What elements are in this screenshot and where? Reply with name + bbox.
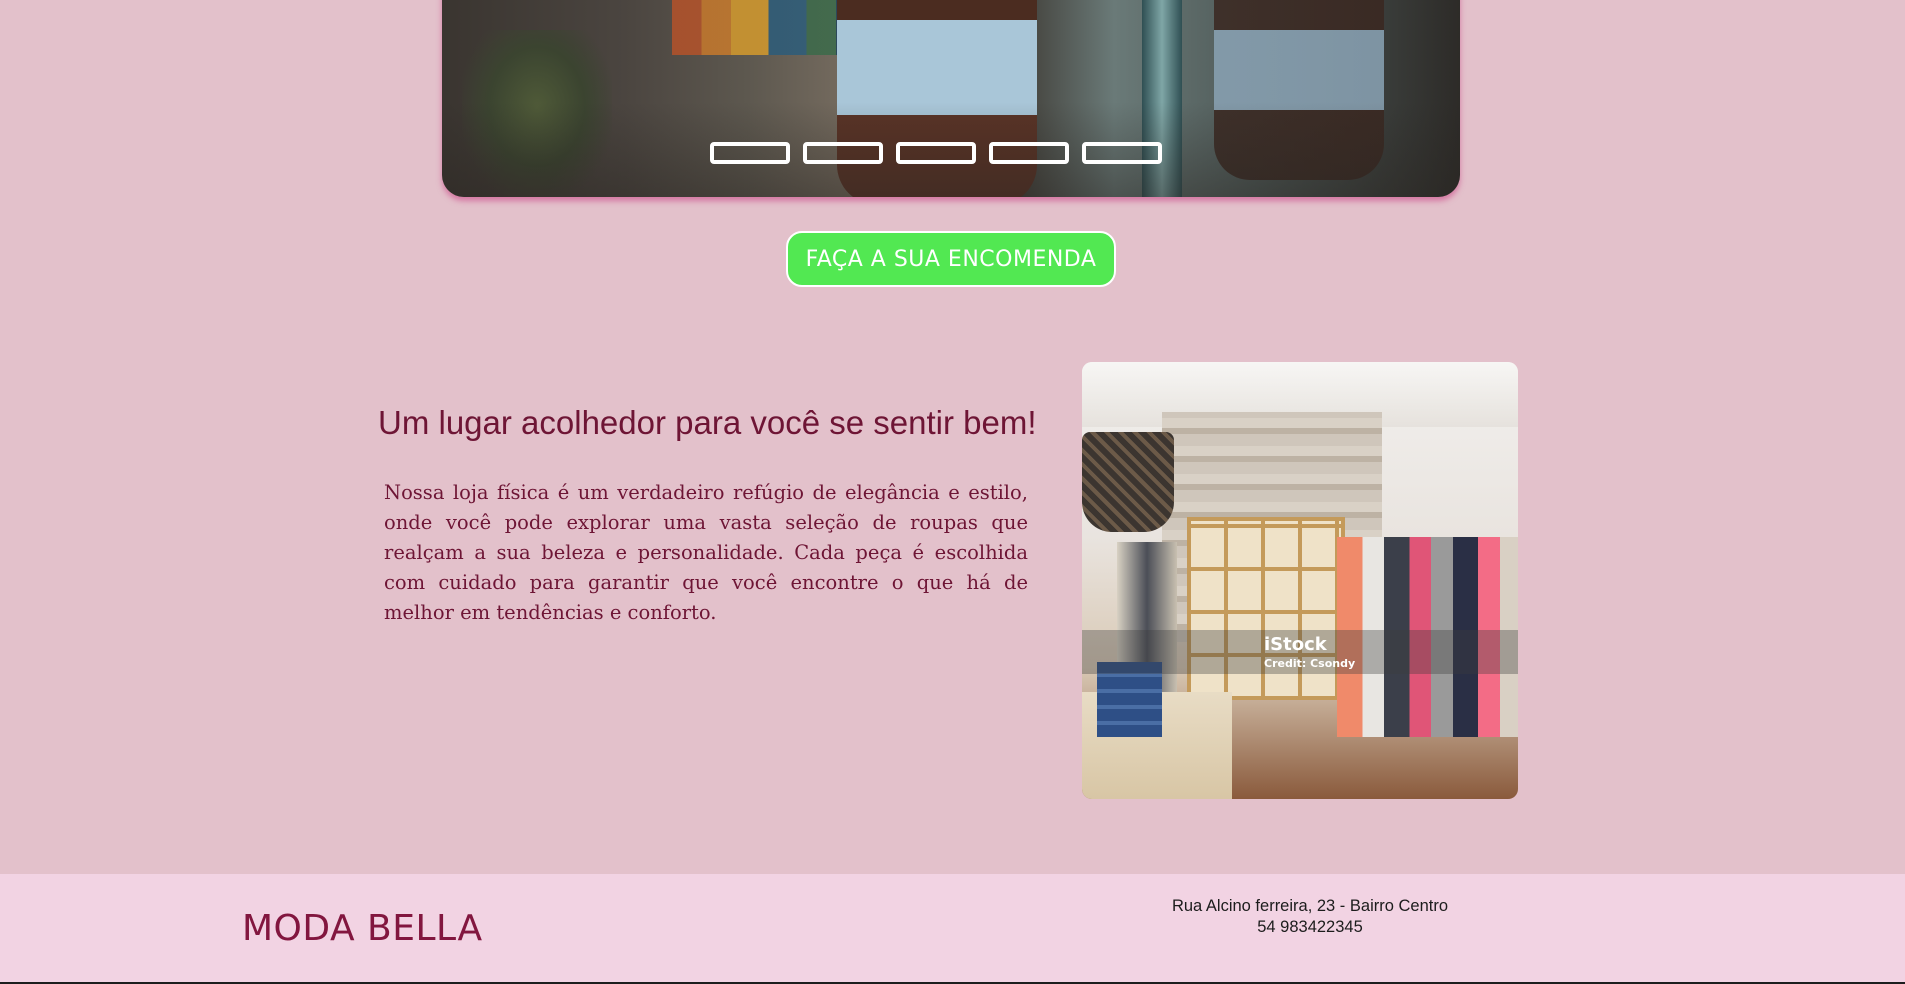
carousel-indicator-4[interactable] [989,142,1069,164]
footer-address: Rua Alcino ferreira, 23 - Bairro Centro [1171,897,1449,915]
about-description: Nossa loja física é um verdadeiro refúgi… [384,481,1028,624]
watermark-brand: iStock [1264,634,1327,655]
order-button[interactable]: FAÇA A SUA ENCOMENDA [786,231,1116,287]
store-photo: iStock Credit: Csondy [1082,362,1518,799]
footer: MODA BELLA Rua Alcino ferreira, 23 - Bai… [0,874,1905,984]
about-title: Um lugar acolhedor para você se sentir b… [378,404,1037,441]
carousel-indicator-2[interactable] [803,142,883,164]
carousel-indicators [710,142,1162,164]
carousel-indicator-1[interactable] [710,142,790,164]
store-lamp [1082,432,1174,532]
hero-carousel[interactable] [442,0,1460,197]
footer-contact: Rua Alcino ferreira, 23 - Bairro Centro … [1098,896,1522,938]
footer-brand: MODA BELLA [242,908,483,949]
carousel-indicator-5[interactable] [1082,142,1162,164]
carousel-indicator-3[interactable] [896,142,976,164]
watermark-credit: Credit: Csondy [1264,657,1356,670]
footer-phone: 54 983422345 [1257,918,1363,936]
